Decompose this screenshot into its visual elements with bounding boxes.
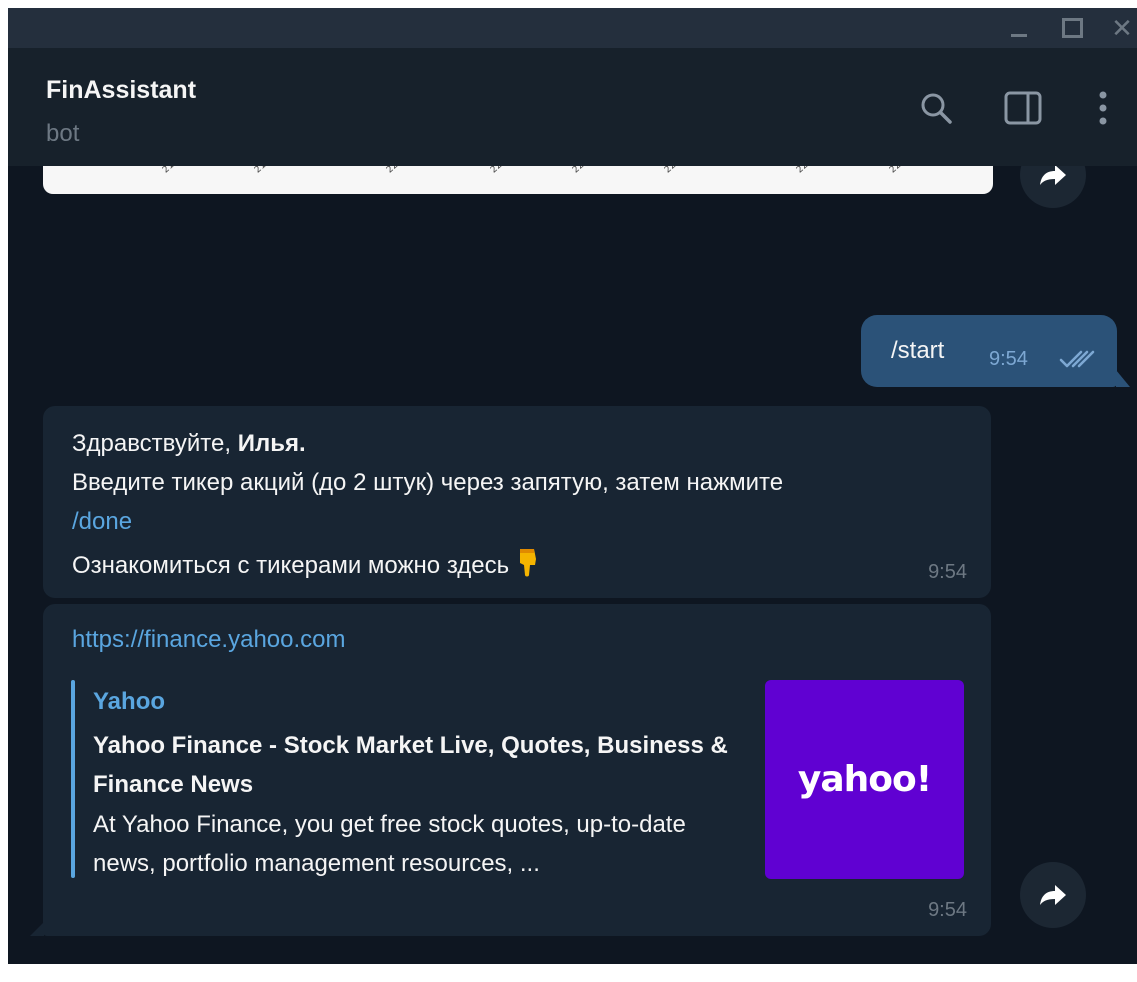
chart-tick-label: 22-01-01: [385, 166, 422, 175]
chart-tick-label: 22-01-15: [571, 166, 608, 175]
greeting-prefix: Здравствуйте,: [72, 430, 238, 457]
maximize-button[interactable]: [1058, 14, 1086, 42]
tickers-hint-line: Ознакомиться с тикерами можно здесь: [72, 547, 541, 580]
forward-button[interactable]: [1020, 166, 1086, 208]
preview-accent-bar: [71, 680, 75, 878]
incoming-message[interactable]: Здравствуйте, Илья. Введите тикер акций …: [43, 406, 991, 598]
greeting-line: Здравствуйте, Илья.: [72, 430, 306, 458]
link-url[interactable]: https://finance.yahoo.com: [72, 626, 346, 654]
telegram-window: ✕ FinAssistant bot 21-12-15: [8, 8, 1137, 964]
window-title-bar: ✕: [8, 8, 1137, 48]
message-time: 9:54: [928, 899, 967, 921]
chart-tick-label: 22-02-08: [888, 166, 925, 175]
chart-tick-label: 21-12-15: [161, 166, 198, 175]
preview-image[interactable]: yahoo!: [765, 680, 964, 879]
preview-title[interactable]: Yahoo Finance - Stock Market Live, Quote…: [93, 726, 733, 804]
outgoing-message[interactable]: /start 9:54: [861, 315, 1117, 387]
chart-tick-label: 22-02-01: [795, 166, 832, 175]
chart-tick-label: 22-01-08: [489, 166, 526, 175]
search-icon[interactable]: [916, 88, 956, 128]
bubble-tail: [30, 922, 44, 936]
forward-button[interactable]: [1020, 862, 1086, 928]
chat-subtitle: bot: [46, 120, 80, 147]
message-time: 9:54: [928, 561, 967, 583]
chart-image-message[interactable]: 21-12-15 21-12-22 22-01-01 22-01-08 22-0…: [43, 166, 993, 194]
done-command-link[interactable]: /done: [72, 508, 132, 536]
forward-arrow-icon: [1040, 166, 1066, 185]
preview-description: At Yahoo Finance, you get free stock quo…: [93, 811, 686, 877]
chat-title[interactable]: FinAssistant: [46, 76, 196, 105]
more-icon[interactable]: [1083, 88, 1123, 128]
incoming-link-message[interactable]: https://finance.yahoo.com Yahoo Yahoo Fi…: [43, 604, 991, 936]
message-text: /start: [891, 337, 945, 364]
minimize-button[interactable]: [1005, 14, 1033, 42]
preview-site-name[interactable]: Yahoo: [93, 688, 165, 716]
close-button[interactable]: ✕: [1108, 14, 1136, 42]
user-name: Илья.: [237, 430, 306, 457]
forward-arrow-icon: [1040, 885, 1066, 905]
chat-header: FinAssistant bot: [8, 48, 1137, 166]
message-time: 9:54: [989, 348, 1028, 370]
yahoo-logo: yahoo!: [797, 759, 932, 800]
bubble-tail: [1116, 370, 1130, 387]
chart-tick-label: 22-01-22: [663, 166, 700, 175]
tickers-hint-text: Ознакомиться с тикерами можно здесь: [72, 552, 510, 579]
sidebar-toggle-icon[interactable]: [1003, 88, 1043, 128]
chart-tick-label: 21-12-22: [253, 166, 290, 175]
message-list[interactable]: 21-12-15 21-12-22 22-01-01 22-01-08 22-0…: [8, 166, 1137, 964]
instruction-line: Введите тикер акций (до 2 штук) через за…: [72, 469, 784, 496]
point-down-icon: [520, 549, 537, 577]
double-check-icon: [1059, 350, 1095, 368]
